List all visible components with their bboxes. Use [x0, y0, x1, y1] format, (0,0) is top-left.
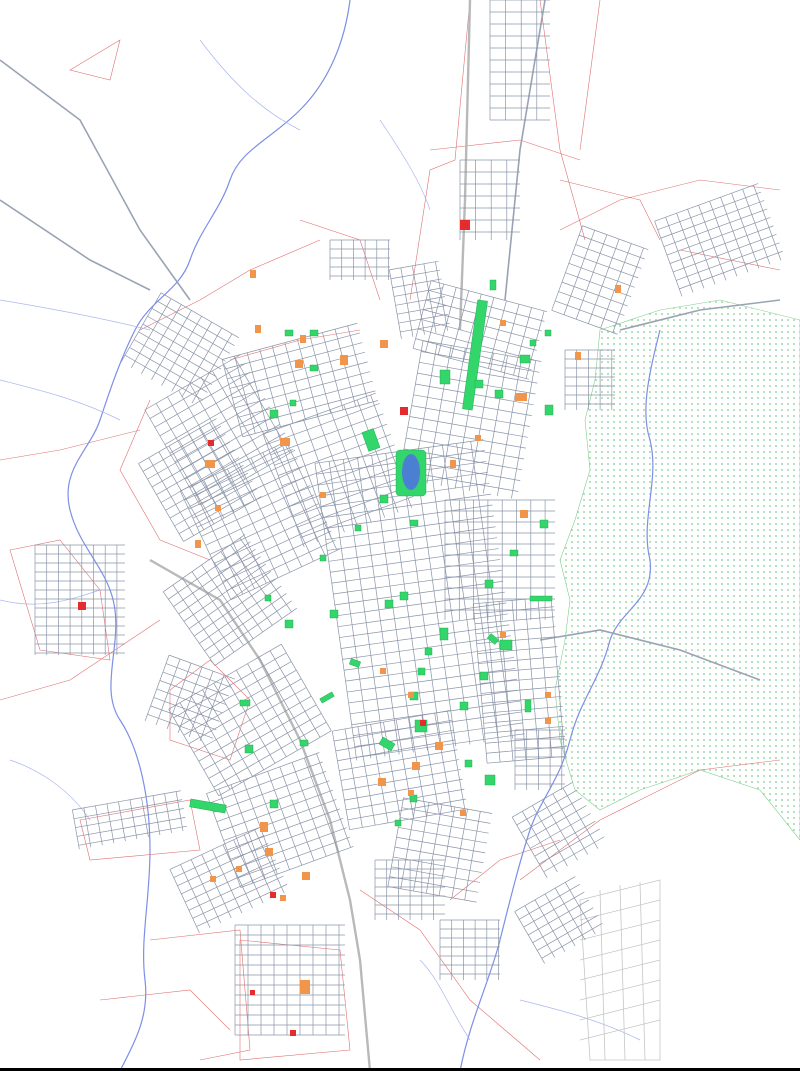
central-park: [395, 449, 427, 497]
lots-orange: [195, 270, 621, 994]
main-river-west: [67, 0, 351, 1071]
wetland-reserve: [554, 299, 800, 841]
city-map[interactable]: [0, 0, 800, 1071]
lots-red: [78, 220, 470, 1036]
outskirts-grid: [579, 879, 661, 1061]
map-canvas: [0, 0, 800, 1071]
